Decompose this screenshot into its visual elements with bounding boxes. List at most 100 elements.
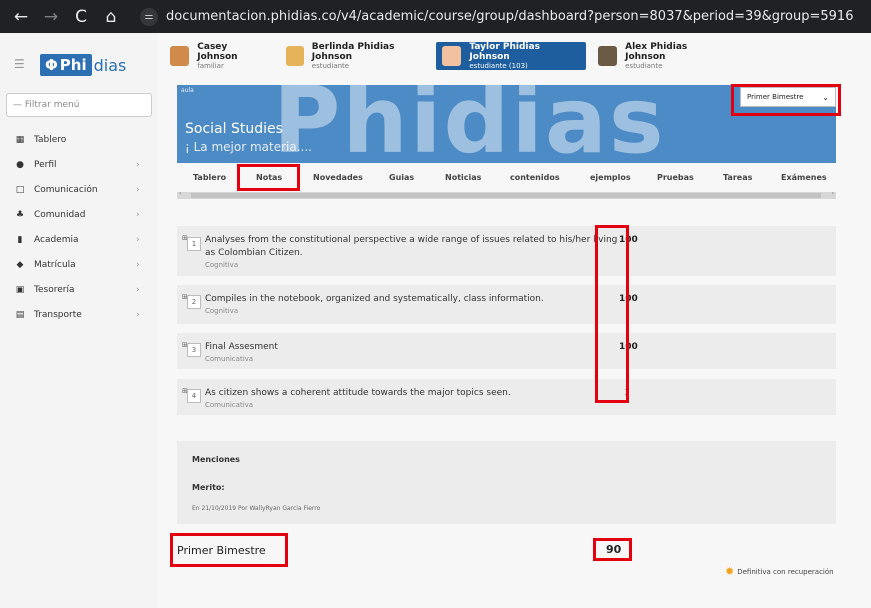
person-info: Alex Phidias Johnson estudiante bbox=[625, 42, 726, 71]
browser-toolbar: ← → C ⌂ ⚌ documentacion.phidias.co/v4/ac… bbox=[0, 0, 871, 33]
reload-icon[interactable]: C bbox=[66, 7, 96, 27]
merito-label: Merito: bbox=[192, 483, 225, 492]
graduation-icon: ◆ bbox=[16, 259, 24, 270]
avatar bbox=[170, 46, 190, 66]
person-role: familiar bbox=[197, 61, 224, 70]
phi-logo-icon: Φ bbox=[45, 56, 58, 74]
sidebar-item-transporte[interactable]: ▤ Transporte › bbox=[0, 302, 158, 327]
merito-detail: En 21/10/2019 Por WallyRyan Garcia Fierr… bbox=[192, 505, 321, 512]
avatar bbox=[286, 46, 304, 66]
person-name: Alex Phidias Johnson bbox=[625, 41, 688, 62]
person-selector: Casey Johnson familiar Berlinda Phidias Jo… bbox=[158, 33, 871, 73]
tab-tablero[interactable]: Tablero bbox=[193, 173, 226, 182]
bus-icon: ▤ bbox=[15, 309, 25, 320]
grade-index: 4 bbox=[187, 389, 201, 403]
tab-pruebas[interactable]: Pruebas bbox=[657, 173, 694, 182]
home-icon[interactable]: ⌂ bbox=[96, 7, 126, 27]
person-tab[interactable]: Berlinda Phidias Johnson estudiante bbox=[280, 42, 430, 70]
banner-watermark: Phidias bbox=[273, 85, 666, 163]
highlight-final-score bbox=[593, 538, 632, 561]
sidebar-item-comunicacion[interactable]: □ Comunicación › bbox=[0, 177, 158, 202]
highlight-final-label bbox=[170, 533, 288, 567]
address-bar[interactable]: documentacion.phidias.co/v4/academic/cou… bbox=[166, 9, 853, 24]
scroll-left-icon[interactable]: ‹ bbox=[179, 190, 181, 197]
sidebar-item-tablero[interactable]: ▦ Tablero bbox=[0, 127, 158, 152]
grade-row: ⊞ 1 Analyses from the constitutional persp… bbox=[177, 226, 836, 276]
sidebar-item-perfil[interactable]: ● Perfil › bbox=[0, 152, 158, 177]
person-info: Berlinda Phidias Johnson estudiante bbox=[312, 42, 424, 71]
community-icon: ♣ bbox=[15, 209, 25, 220]
tab-guias[interactable]: Guias bbox=[389, 173, 414, 182]
grade-index: 2 bbox=[187, 295, 201, 309]
person-role: estudiante bbox=[311, 61, 350, 70]
legend-definitiva: ✹ Definitiva con recuperación bbox=[725, 565, 834, 578]
course-title: Social Studies bbox=[185, 121, 283, 137]
forward-arrow-icon[interactable]: → bbox=[36, 7, 66, 27]
grade-category: Comunicativa bbox=[205, 401, 254, 409]
menciones-title: Menciones bbox=[192, 455, 240, 464]
sidebar-item-label: Matrícula bbox=[34, 259, 76, 270]
sidebar-item-label: Tablero bbox=[34, 134, 67, 145]
course-motto: ¡ La mejor materia.... bbox=[185, 140, 312, 154]
grade-text: Analyses from the constitutional perspec… bbox=[205, 235, 618, 258]
person-tab[interactable]: Taylor Phidias Johnson estudiante (103) bbox=[436, 42, 586, 70]
highlight-notas-tab bbox=[237, 164, 300, 191]
scroll-right-icon[interactable]: › bbox=[832, 190, 834, 197]
message-icon: □ bbox=[15, 184, 25, 195]
tab-contenidos[interactable]: contenidos bbox=[510, 173, 560, 182]
tab-novedades[interactable]: Novedades bbox=[313, 173, 363, 182]
person-role: estudiante bbox=[625, 61, 663, 70]
grade-row: ⊞ 3 Final Assesment Comunicativa 100 bbox=[177, 333, 836, 369]
grade-category: Comunicativa bbox=[205, 355, 254, 363]
person-info: Casey Johnson familiar bbox=[197, 42, 268, 71]
site-settings-icon[interactable]: ⚌ bbox=[140, 7, 158, 26]
sidebar-item-label: Academia bbox=[34, 234, 79, 245]
grade-index: 3 bbox=[187, 343, 201, 357]
person-info: Taylor Phidias Johnson estudiante (103) bbox=[469, 42, 580, 71]
tabs-scrollbar[interactable]: ‹ › bbox=[177, 190, 836, 199]
tab-examenes[interactable]: Exámenes bbox=[781, 173, 827, 182]
highlight-period-select bbox=[731, 84, 841, 116]
grade-text: Compiles in the notebook, organized and … bbox=[205, 294, 544, 304]
phidias-logo[interactable]: Φ Phi dias bbox=[40, 53, 126, 77]
chevron-right-icon: › bbox=[136, 259, 140, 270]
grade-row: ⊞ 2 Compiles in the notebook, organized an… bbox=[177, 285, 836, 324]
chevron-right-icon: › bbox=[136, 284, 140, 295]
sidebar-item-label: Transporte bbox=[34, 309, 82, 320]
back-arrow-icon[interactable]: ← bbox=[6, 7, 36, 27]
person-role: estudiante (103) bbox=[469, 61, 528, 70]
tab-ejemplos[interactable]: ejemplos bbox=[590, 173, 631, 182]
person-name: Berlinda Phidias Johnson bbox=[311, 41, 395, 62]
avatar bbox=[442, 46, 462, 66]
money-icon: ▣ bbox=[15, 284, 25, 295]
chevron-right-icon: › bbox=[136, 309, 140, 320]
sidebar-item-label: Comunidad bbox=[34, 209, 86, 220]
legend-text: Definitiva con recuperación bbox=[737, 567, 834, 576]
sidebar-item-matricula[interactable]: ◆ Matrícula › bbox=[0, 252, 158, 277]
sidebar-item-tesoreria[interactable]: ▣ Tesorería › bbox=[0, 277, 158, 302]
scrollbar-thumb[interactable] bbox=[191, 193, 821, 198]
chevron-right-icon: › bbox=[136, 184, 140, 195]
book-icon: ▮ bbox=[17, 234, 23, 245]
sun-icon: ✹ bbox=[725, 565, 735, 578]
sidebar-item-comunidad[interactable]: ♣ Comunidad › bbox=[0, 202, 158, 227]
user-icon: ● bbox=[16, 159, 24, 170]
grade-text: Final Assesment bbox=[205, 342, 278, 352]
sidebar-item-label: Tesorería bbox=[34, 284, 75, 295]
sidebar-item-label: Perfil bbox=[34, 159, 57, 170]
tab-noticias[interactable]: Noticias bbox=[445, 173, 481, 182]
grade-description: Final Assesment Comunicativa bbox=[205, 341, 620, 364]
dashboard-icon: ▦ bbox=[15, 134, 25, 145]
menu-toggle-icon[interactable]: ☰ bbox=[14, 57, 25, 71]
person-tab[interactable]: Casey Johnson familiar bbox=[164, 42, 274, 70]
person-name: Taylor Phidias Johnson bbox=[469, 41, 540, 62]
chevron-right-icon: › bbox=[136, 159, 140, 170]
tab-tareas[interactable]: Tareas bbox=[723, 173, 752, 182]
person-tab[interactable]: Alex Phidias Johnson estudiante bbox=[592, 42, 732, 70]
highlight-scores bbox=[595, 225, 629, 403]
filter-menu-input[interactable]: — Filtrar menú bbox=[6, 93, 152, 117]
sidebar-item-academia[interactable]: ▮ Academia › bbox=[0, 227, 158, 252]
grade-category: Cognitiva bbox=[205, 261, 239, 269]
menciones-panel: Menciones Merito: En 21/10/2019 Por Wall… bbox=[177, 441, 836, 524]
grade-description: Analyses from the constitutional perspec… bbox=[205, 234, 620, 270]
